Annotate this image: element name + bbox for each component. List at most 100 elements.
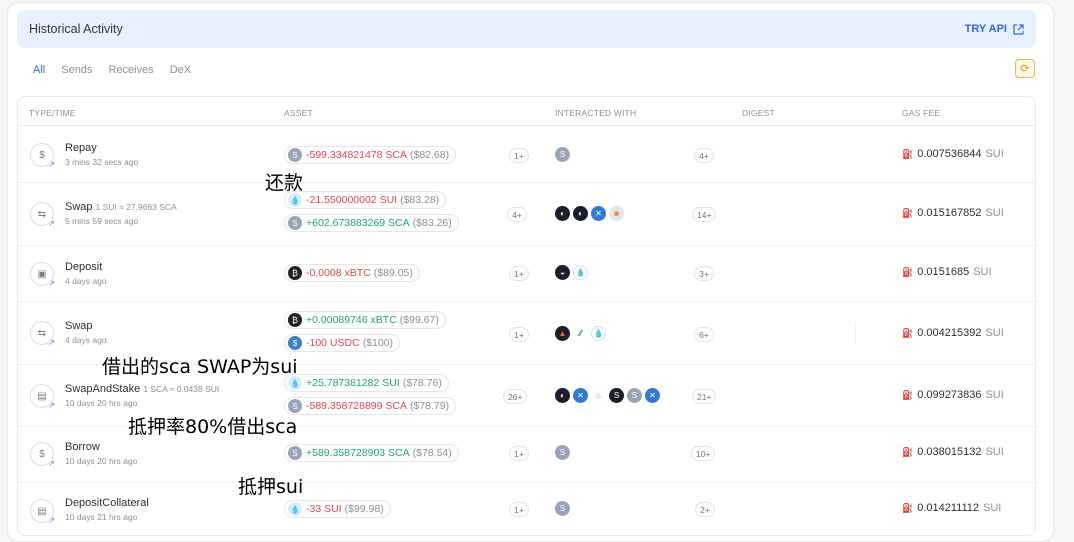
asset-count-badge[interactable]: 4+ [507, 207, 527, 222]
table-row[interactable]: $ ↗ Repay 3 mins 32 secs ago S -599.33482… [18, 127, 1035, 183]
type-label: SwapAndStake [65, 383, 141, 395]
table-row[interactable]: ⇆ ↗ Swap 1 SUI ≈ 27.9663 SCA 5 mins 59 sec… [18, 183, 1035, 246]
gas-unit: SUI [985, 148, 1004, 160]
gas-fee: ⛽ 0.0151685 SUI [902, 266, 992, 278]
type-name: Borrow [65, 441, 100, 453]
gas-unit: SUI [983, 502, 1002, 514]
gas-value: 0.015167852 [917, 207, 982, 219]
interacted-icons: ▲ ⁄⁄ 💧 [555, 326, 606, 341]
asset-amount: -100 USDC [306, 337, 360, 349]
asset-pill[interactable]: ₿ -0.0008 xBTC ($89.05) [284, 264, 420, 282]
activity-table: TYPE/TIME ASSET INTERACTED WITH DIGEST G… [17, 96, 1036, 536]
gas-unit: SUI [985, 207, 1004, 219]
gas-fee: ⛽ 0.099273836 SUI [902, 389, 1004, 401]
turbos-icon[interactable]: ▲ [555, 326, 570, 341]
currency-toggle-button[interactable]: ⟳ [1015, 59, 1035, 78]
asset-count-badge[interactable]: 1+ [509, 327, 529, 342]
asset-pill[interactable]: S -589.358728899 SCA ($78.79) [284, 397, 457, 415]
tab-dex[interactable]: DeX [162, 63, 199, 78]
interacted-count-badge[interactable]: 21+ [692, 389, 717, 404]
asset-pill[interactable]: ₿ +0.00089746 xBTC ($99.67) [284, 311, 446, 329]
tab-all[interactable]: All [25, 63, 53, 78]
interacted-count-badge[interactable]: 2+ [695, 502, 715, 517]
asset-pill[interactable]: S +589.358728903 SCA ($78.54) [284, 444, 459, 462]
flowx-icon[interactable]: ⁄⁄ [573, 326, 588, 341]
flame-icon[interactable]: ♨ [591, 388, 606, 403]
asset-usd: ($82.68) [410, 149, 450, 161]
aftermath-icon[interactable]: ✕ [591, 206, 606, 221]
activity-tabs: All Sends Receives DeX [25, 63, 199, 78]
gas-value: 0.014211112 [917, 502, 980, 514]
interacted-count-badge[interactable]: 14+ [692, 207, 717, 222]
cetus-icon[interactable]: ◐ [555, 388, 570, 403]
type-name: Deposit [65, 261, 102, 273]
asset-pill[interactable]: S -599.334821478 SCA ($82.68) [284, 146, 457, 164]
asset-pill[interactable]: 💧 -33 SUI ($99.98) [284, 500, 391, 518]
suilend-icon[interactable]: S [609, 388, 624, 403]
table-row[interactable]: ▤ ↗ DepositCollateral 10 days 21 hrs ago … [18, 483, 1035, 535]
avatar-icon[interactable]: ☻ [609, 206, 624, 221]
sui-icon[interactable]: 💧 [591, 326, 606, 341]
asset-amount: -21.550000002 SUI [306, 194, 398, 206]
gas-fee: ⛽ 0.014211112 SUI [902, 502, 1001, 514]
asset-count-badge[interactable]: 1+ [509, 266, 529, 281]
type-label: Repay [65, 142, 97, 154]
aftermath-icon[interactable]: ✕ [573, 388, 588, 403]
asset-pill[interactable]: $ -100 USDC ($100) [284, 334, 401, 352]
col-interacted: INTERACTED WITH [555, 108, 637, 118]
type-label: Swap [65, 201, 93, 213]
aftermath-icon[interactable]: ✕ [645, 388, 660, 403]
col-asset: ASSET [284, 108, 313, 118]
asset-pill[interactable]: 💧 +25.787381282 SUI ($78.76) [284, 374, 449, 392]
repay-icon: $ ↗ [30, 143, 55, 169]
fuel-pump-icon: ⛽ [902, 148, 914, 159]
gas-fee: ⛽ 0.038015132 SUI [902, 446, 1004, 458]
tab-receives[interactable]: Receives [100, 63, 161, 78]
sca-coin-icon: S [288, 216, 302, 230]
asset-pill[interactable]: S +602.673883269 SCA ($83.26) [284, 214, 459, 232]
interacted-count-badge[interactable]: 3+ [694, 266, 714, 281]
asset-count-badge[interactable]: 1+ [509, 502, 529, 517]
col-gas: GAS FEE [902, 108, 941, 118]
table-row[interactable]: ▣ ↗ Deposit 4 days ago ₿ -0.0008 xBTC ($8… [18, 246, 1035, 302]
asset-count-badge[interactable]: 1+ [509, 148, 529, 163]
asset-usd: ($78.76) [402, 377, 442, 389]
sui-icon[interactable]: 💧 [573, 265, 588, 280]
type-name: Swap [65, 320, 93, 332]
fuel-pump-icon: ⛽ [902, 327, 914, 338]
type-label: Deposit [65, 261, 103, 273]
navi-icon[interactable]: ◒ [555, 265, 570, 280]
interacted-count-badge[interactable]: 6+ [694, 327, 714, 342]
scallop-icon[interactable]: S [555, 445, 570, 460]
sui-coin-icon: 💧 [288, 193, 302, 207]
cetus-icon[interactable]: ◐ [573, 206, 588, 221]
scallop-icon[interactable]: S [627, 388, 642, 403]
borrow-icon: $ ↗ [30, 442, 55, 468]
usdc-coin-icon: $ [288, 336, 302, 350]
asset-pill[interactable]: 💧 -21.550000002 SUI ($83.28) [284, 191, 447, 209]
sca-coin-icon: S [288, 446, 302, 460]
interacted-count-badge[interactable]: 10+ [691, 446, 716, 461]
asset-count-badge[interactable]: 26+ [503, 389, 528, 404]
try-api-link[interactable]: TRY API [965, 23, 1024, 35]
swap-rate: 1 SCA ≈ 0.0438 SUI [143, 384, 220, 394]
tab-sends[interactable]: Sends [53, 63, 100, 78]
scallop-icon[interactable]: S [555, 147, 570, 162]
sca-coin-icon: S [288, 399, 302, 413]
fuel-pump-icon: ⛽ [902, 389, 914, 400]
asset-count-badge[interactable]: 1+ [509, 446, 529, 461]
time-ago: 10 days 20 hrs ago [65, 456, 138, 466]
asset-amount: +25.787381282 SUI [306, 377, 400, 389]
interacted-icons: S [555, 445, 570, 460]
swap-and-stake-icon: ▤ ↗ [30, 384, 55, 410]
asset-usd: ($78.79) [410, 400, 450, 412]
asset-amount: -589.358728899 SCA [306, 400, 407, 412]
scallop-icon[interactable]: S [555, 501, 570, 516]
gas-value: 0.0151685 [917, 266, 970, 278]
interacted-count-badge[interactable]: 4+ [694, 148, 714, 163]
fuel-pump-icon: ⛽ [902, 266, 914, 277]
sca-coin-icon: S [288, 148, 302, 162]
swap-icon: ⇆ ↗ [30, 321, 55, 347]
cetus-icon[interactable]: ◐ [555, 206, 570, 221]
type-label: Swap [65, 320, 93, 332]
